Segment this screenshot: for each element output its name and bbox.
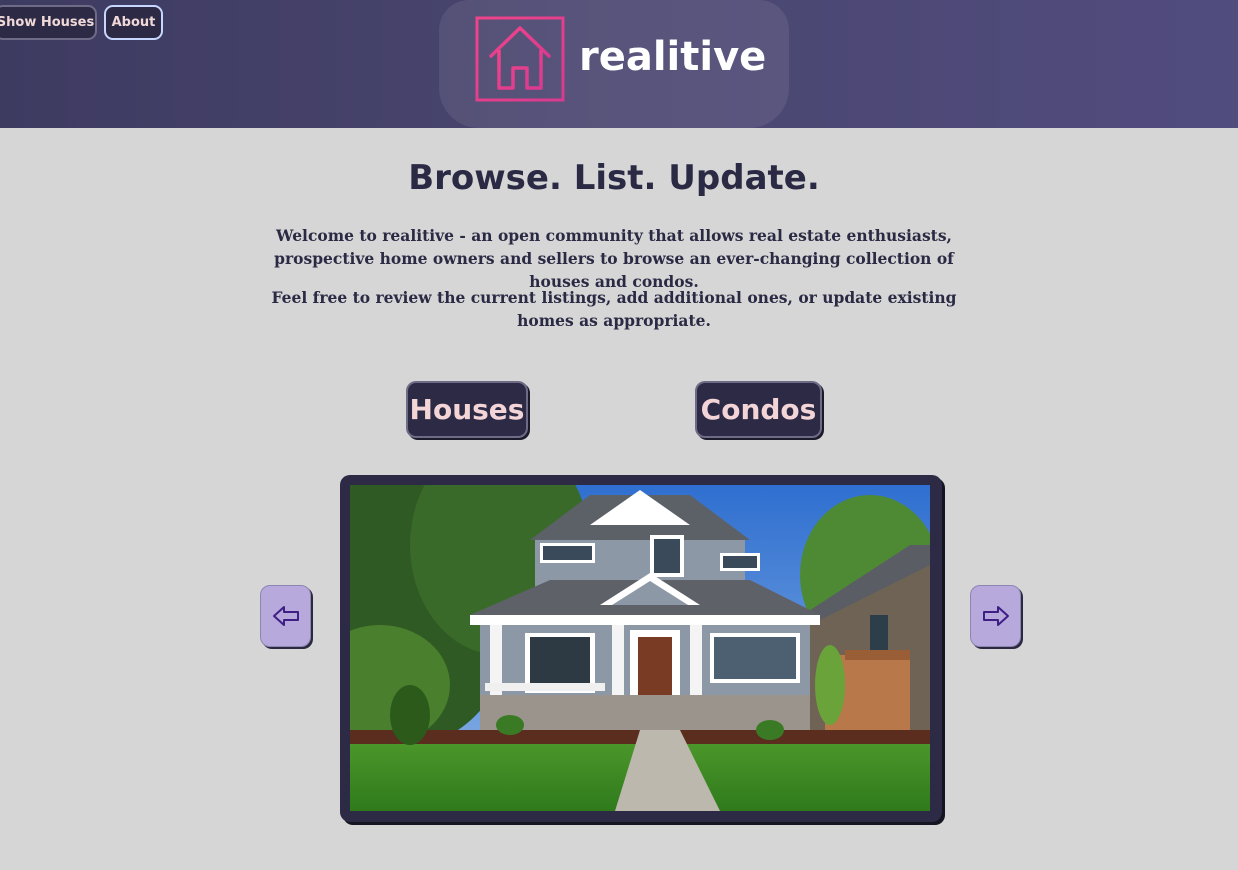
carousel-next-button[interactable]: [970, 585, 1021, 647]
house-photo: [350, 485, 930, 811]
arrow-left-icon: [272, 606, 299, 626]
about-button[interactable]: About: [104, 5, 163, 40]
house-outline-icon: [475, 16, 565, 102]
brand-name: realitive: [579, 34, 767, 80]
house-carousel: [340, 475, 942, 822]
condos-button[interactable]: Condos: [695, 381, 822, 438]
arrow-right-icon: [982, 606, 1009, 626]
page-headline: Browse. List. Update.: [408, 158, 820, 198]
logo[interactable]: realitive: [439, 0, 789, 128]
site-header: Show Houses About realitive: [0, 0, 1238, 128]
houses-button[interactable]: Houses: [406, 381, 528, 438]
show-houses-button[interactable]: Show Houses: [0, 5, 97, 40]
instructions-paragraph: Feel free to review the current listings…: [271, 288, 957, 330]
carousel-prev-button[interactable]: [260, 585, 311, 647]
intro-paragraph: Welcome to realitive - an open community…: [274, 226, 954, 291]
